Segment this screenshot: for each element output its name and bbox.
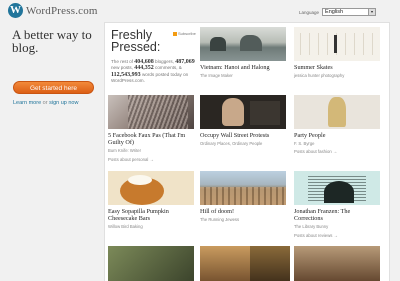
post-card[interactable]: Vietnam: Hanoi and Halong The Image Make…: [200, 27, 286, 78]
post-thumbnail[interactable]: [200, 27, 286, 61]
post-card[interactable]: Jonathan Franzen: The Corrections The Li…: [294, 171, 380, 229]
posts-count: 487,069: [175, 59, 195, 65]
post-title[interactable]: Occupy Wall Street Protests: [200, 132, 286, 139]
post-author[interactable]: jessica hunter photography: [294, 73, 380, 78]
post-author[interactable]: Willow Bird Baking: [108, 224, 194, 229]
post-thumbnail[interactable]: [108, 95, 194, 129]
post-card[interactable]: Party People F. S. Byrge: [294, 95, 380, 146]
post-title[interactable]: Vietnam: Hanoi and Halong: [200, 64, 286, 71]
post-thumbnail[interactable]: [294, 27, 380, 61]
tagline: A better way to blog.: [12, 27, 92, 55]
bloggers-count: 404,608: [134, 59, 154, 65]
chevron-down-icon: ▾: [368, 9, 376, 15]
alt-links: Learn more or sign up now: [13, 100, 78, 106]
language-value: English: [325, 9, 344, 15]
post-author[interactable]: Ordinary Places, Ordinary People: [200, 141, 286, 146]
wordpress-logo[interactable]: W WordPress.com: [8, 3, 98, 18]
category-link-reviews[interactable]: Posts about reviews →: [294, 233, 338, 238]
wordpress-logo-icon: W: [8, 3, 23, 18]
language-label: Language: [299, 9, 320, 15]
post-title[interactable]: Party People: [294, 132, 380, 139]
post-title[interactable]: Jonathan Franzen: The Corrections: [294, 208, 380, 222]
post-title[interactable]: 5 Facebook Faux Pas (That I'm Guilty Of): [108, 132, 194, 146]
post-thumbnail[interactable]: [250, 246, 290, 281]
post-thumbnail[interactable]: [200, 95, 286, 129]
post-thumbnail[interactable]: [200, 171, 286, 205]
header: W WordPress.com Language English ▾: [0, 0, 400, 22]
subscribe-link[interactable]: Subscribe: [173, 31, 196, 36]
get-started-button[interactable]: Get started here: [13, 81, 94, 94]
post-author[interactable]: F. S. Byrge: [294, 141, 380, 146]
comments-count: 444,352: [134, 65, 154, 72]
post-thumbnail[interactable]: [108, 171, 194, 205]
language-selector: Language English ▾: [299, 8, 377, 16]
post-author[interactable]: The Image Maker: [200, 73, 286, 78]
or-text: or: [42, 100, 48, 106]
post-author[interactable]: The Library Bunny: [294, 224, 380, 229]
post-thumbnail[interactable]: [294, 171, 380, 205]
words-count: 112,543,993: [111, 71, 141, 78]
learn-more-link[interactable]: Learn more: [13, 100, 41, 106]
posts-text: new posts,: [111, 65, 133, 71]
post-thumbnail[interactable]: [294, 246, 380, 281]
page: W WordPress.com Language English ▾ A bet…: [0, 0, 400, 281]
post-thumbnail[interactable]: [294, 95, 380, 129]
post-title[interactable]: Hill of doom!: [200, 208, 286, 215]
wordpress-wordmark: WordPress.com: [26, 4, 98, 17]
subscribe-label: Subscribe: [178, 31, 196, 36]
freshly-pressed-panel: Freshly Pressed: Subscribe The rest of 4…: [104, 22, 390, 281]
language-dropdown[interactable]: English ▾: [322, 8, 377, 16]
rss-icon: [173, 31, 177, 36]
post-card[interactable]: Occupy Wall Street Protests Ordinary Pla…: [200, 95, 286, 146]
post-title[interactable]: Easy Sopapilla Pumpkin Cheesecake Bars: [108, 208, 194, 222]
site-stats: The rest of 404,608 bloggers, 487,069 ne…: [111, 59, 195, 83]
post-card[interactable]: 5 Facebook Faux Pas (That I'm Guilty Of)…: [108, 95, 194, 153]
post-author[interactable]: Burn Knife: Writer: [108, 148, 194, 153]
sign-up-link[interactable]: sign up now: [49, 100, 78, 106]
post-card[interactable]: Easy Sopapilla Pumpkin Cheesecake Bars W…: [108, 171, 194, 229]
comments-text: comments, &: [155, 65, 182, 71]
post-card[interactable]: Summer Skates jessica hunter photography: [294, 27, 380, 78]
post-card[interactable]: Hill of doom! The Running Jewess: [200, 171, 286, 222]
bloggers-text: bloggers,: [155, 59, 174, 64]
freshly-pressed-header: Freshly Pressed: Subscribe The rest of 4…: [111, 29, 196, 83]
post-title[interactable]: Summer Skates: [294, 64, 380, 71]
post-thumbnail[interactable]: [108, 246, 194, 281]
category-link-fashion[interactable]: Posts about fashion →: [294, 149, 337, 154]
category-link-personal[interactable]: Posts about personal →: [108, 157, 154, 162]
post-author[interactable]: The Running Jewess: [200, 217, 286, 222]
